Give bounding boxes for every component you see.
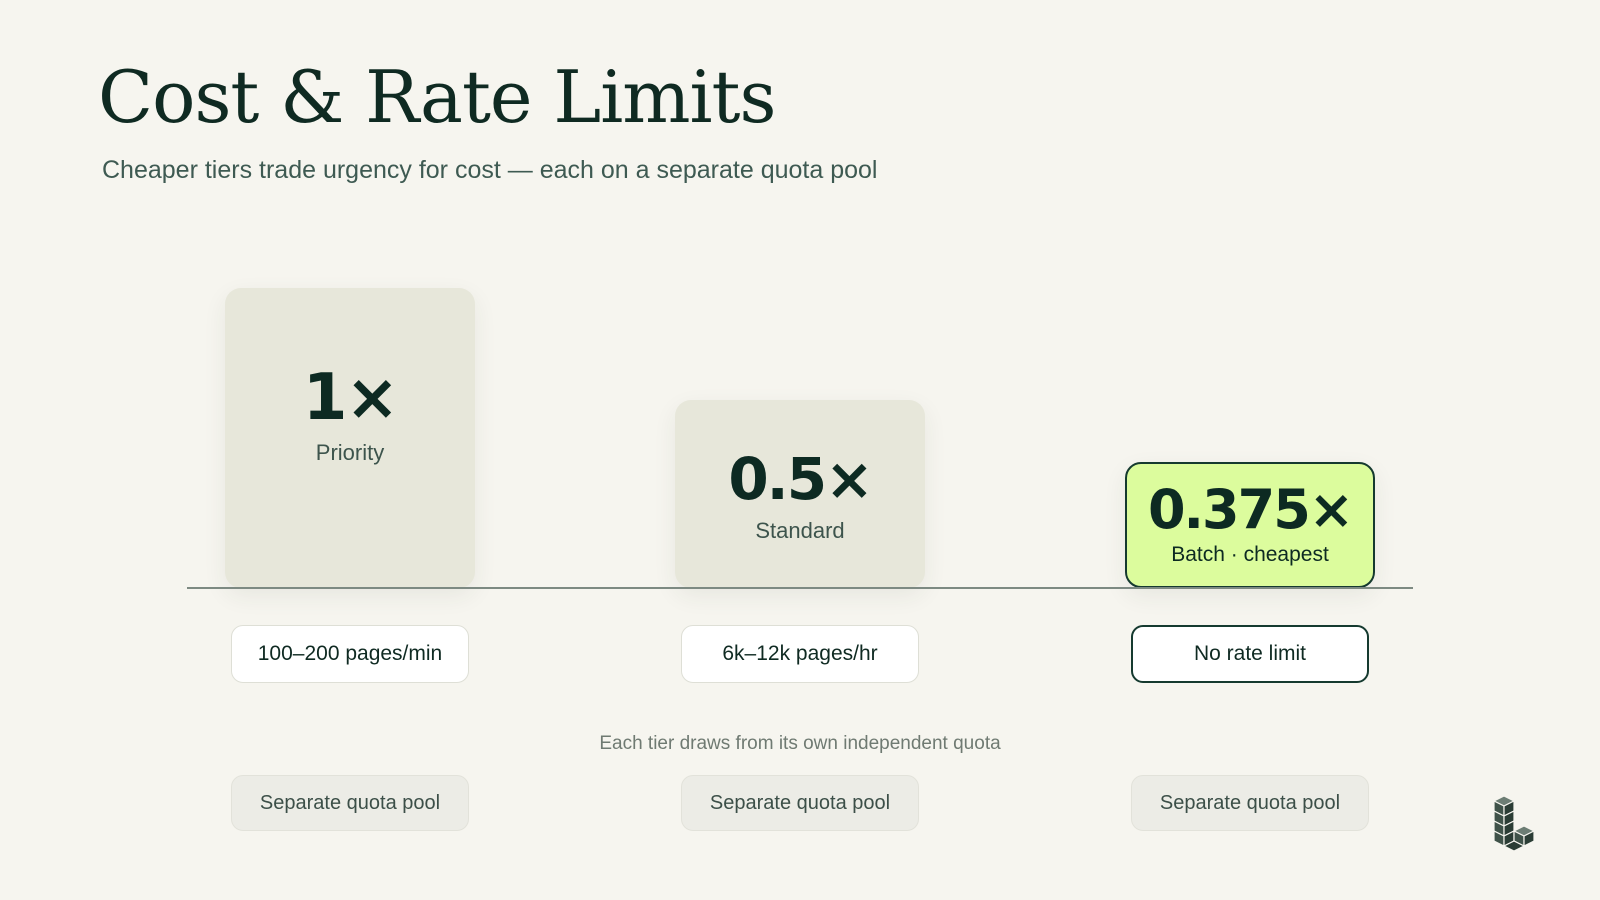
tier-label-priority: Priority — [315, 440, 385, 465]
rate-limit-batch: No rate limit — [1131, 625, 1369, 683]
tier-multiplier-batch: 0.375× — [1147, 478, 1354, 541]
chart-baseline — [187, 587, 1413, 589]
stacked-blocks-logo-icon — [1493, 796, 1535, 852]
tier-multiplier-standard: 0.5× — [728, 445, 873, 513]
page-title: Cost & Rate Limits — [98, 55, 776, 139]
quota-pool-batch: Separate quota pool — [1131, 775, 1369, 831]
tier-label-standard: Standard — [755, 518, 845, 543]
quota-pool-priority: Separate quota pool — [231, 775, 469, 831]
tier-bar-priority: 1× Priority — [225, 288, 475, 588]
tier-multiplier-priority: 1× — [302, 361, 399, 435]
rate-limit-standard: 6k–12k pages/hr — [681, 625, 919, 683]
tier-label-batch: Batch · cheapest — [1171, 543, 1329, 566]
tier-bar-batch: 0.375× Batch · cheapest — [1125, 462, 1375, 588]
quota-pool-standard: Separate quota pool — [681, 775, 919, 831]
page-subtitle: Cheaper tiers trade urgency for cost — e… — [102, 156, 878, 184]
tier-bar-standard: 0.5× Standard — [675, 400, 925, 588]
rate-limit-priority: 100–200 pages/min — [231, 625, 469, 683]
quota-note: Each tier draws from its own independent… — [599, 733, 1001, 754]
